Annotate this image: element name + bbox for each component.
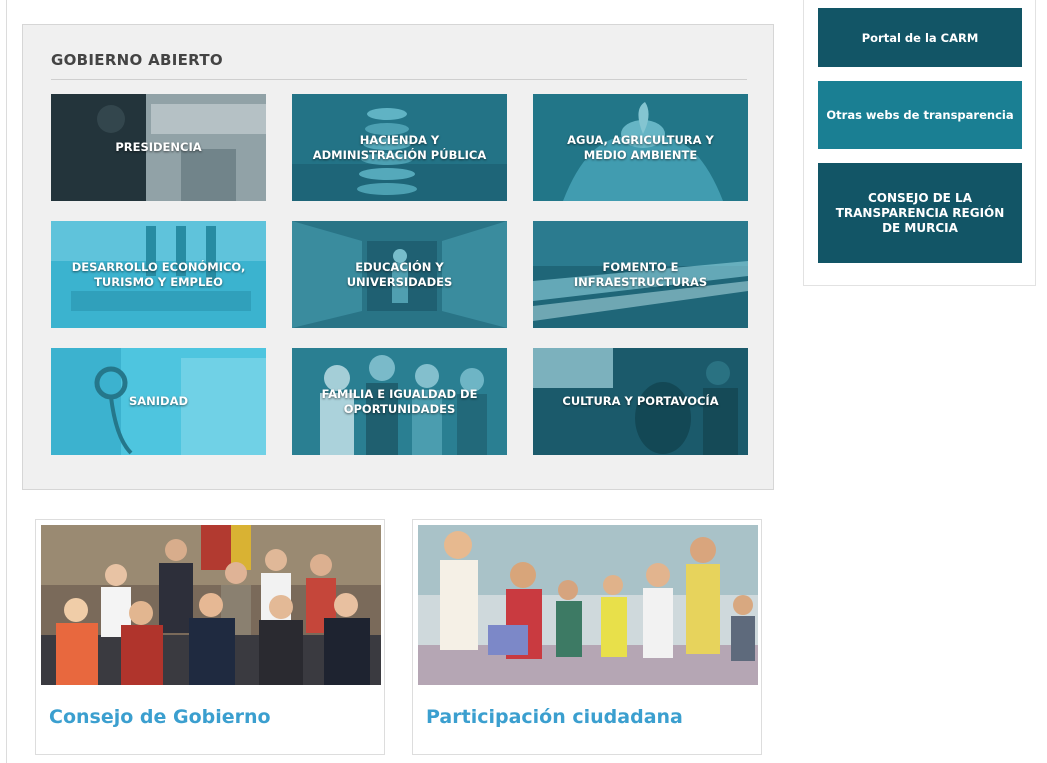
tile-familia-igualdad[interactable]: FAMILIA E IGUALDAD DE OPORTUNIDADES [292, 348, 507, 455]
tile-educacion[interactable]: EDUCACIÓN Y UNIVERSIDADES [292, 221, 507, 328]
tile-label: SANIDAD [128, 394, 189, 408]
card-title: Consejo de Gobierno [49, 706, 271, 728]
tile-label: FOMENTO E INFRAESTRUCTURAS [573, 259, 708, 289]
otras-webs-transparencia-button[interactable]: Otras webs de transparencia [818, 81, 1022, 149]
tile-label: HACIENDA Y ADMINISTRACIÓN PÚBLICA [312, 132, 487, 162]
tile-label: AGUA, AGRICULTURA Y MEDIO AMBIENTE [567, 132, 714, 162]
tile-label: FAMILIA E IGUALDAD DE OPORTUNIDADES [321, 386, 478, 416]
consejo-transparencia-button[interactable]: CONSEJO DE LA TRANSPARENCIA REGIÓN DE MU… [818, 163, 1022, 263]
gobierno-abierto-panel: GOBIERNO ABIERTO PRESIDENCIA HACIENDA Y … [22, 24, 774, 490]
section-title: GOBIERNO ABIERTO [51, 51, 223, 69]
tile-agua-agricultura[interactable]: AGUA, AGRICULTURA Y MEDIO AMBIENTE [533, 94, 748, 201]
card-consejo-gobierno[interactable]: Consejo de Gobierno [35, 519, 385, 755]
tile-label: CULTURA Y PORTAVOCÍA [562, 394, 719, 408]
tile-presidencia[interactable]: PRESIDENCIA [51, 94, 266, 201]
card-title: Participación ciudadana [426, 706, 683, 728]
section-divider [51, 79, 747, 80]
tile-sanidad[interactable]: SANIDAD [51, 348, 266, 455]
card-participacion-ciudadana[interactable]: Participación ciudadana [412, 519, 762, 755]
tile-desarrollo-economico[interactable]: DESARROLLO ECONÓMICO, TURISMO Y EMPLEO [51, 221, 266, 328]
government-group-photo-icon [41, 525, 381, 685]
tile-cultura-portavocia[interactable]: CULTURA Y PORTAVOCÍA [533, 348, 748, 455]
tile-label: PRESIDENCIA [115, 140, 202, 154]
tile-hacienda[interactable]: HACIENDA Y ADMINISTRACIÓN PÚBLICA [292, 94, 507, 201]
transparency-sidebar: Portal de la CARM Otras webs de transpar… [803, 0, 1036, 286]
portal-carm-button[interactable]: Portal de la CARM [818, 8, 1022, 67]
page-left-border [6, 0, 7, 763]
tile-label: EDUCACIÓN Y UNIVERSIDADES [346, 259, 453, 289]
tile-fomento[interactable]: FOMENTO E INFRAESTRUCTURAS [533, 221, 748, 328]
tile-label: DESARROLLO ECONÓMICO, TURISMO Y EMPLEO [71, 259, 246, 289]
citizens-mural-photo-icon [418, 525, 758, 685]
